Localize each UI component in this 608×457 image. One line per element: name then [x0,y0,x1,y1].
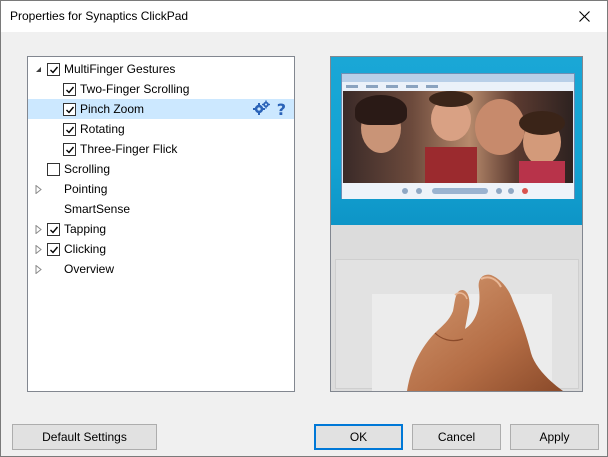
properties-dialog: Properties for Synaptics ClickPad MultiF… [0,0,608,457]
apply-button[interactable]: Apply [510,424,599,450]
checkbox-scrolling[interactable] [47,163,60,176]
preview-screen [331,57,582,225]
cancel-button[interactable]: Cancel [412,424,501,450]
tree-item-label: Scrolling [64,162,111,176]
tree-item-pinch-zoom[interactable]: Pinch Zoom ? [28,99,294,119]
tree-item-pointing[interactable]: Pointing [28,179,294,199]
window-title: Properties for Synaptics ClickPad [10,9,189,23]
gesture-preview [330,56,583,392]
checkmark-icon [65,126,74,134]
checkmark-icon [49,66,58,74]
tree-item-multifinger-gestures[interactable]: MultiFinger Gestures [28,59,294,79]
checkbox-multifinger-gestures[interactable] [47,63,60,76]
hand-pinch-icon [407,274,563,391]
preview-app-controls [342,183,574,199]
checkbox-pinch-zoom[interactable] [63,103,76,116]
collapsed-triangle-icon[interactable] [34,265,43,274]
tree-item-label: Pointing [64,182,108,196]
default-settings-button[interactable]: Default Settings [12,424,157,450]
checkbox-clicking[interactable] [47,243,60,256]
tree-item-three-finger-flick[interactable]: Three-Finger Flick [28,139,294,159]
tree-item-label: Overview [64,262,115,276]
tree-item-label: Three-Finger Flick [80,142,178,156]
collapsed-triangle-icon[interactable] [34,185,43,194]
tree-item-label: Pinch Zoom [80,102,145,116]
tree-item-two-finger-scrolling[interactable]: Two-Finger Scrolling [28,79,294,99]
tree-item-overview[interactable]: Overview [28,259,294,279]
tree-item-label: Rotating [80,122,125,136]
collapsed-triangle-icon[interactable] [34,245,43,254]
preview-photo-viewer-window [341,73,575,199]
tree-item-label: SmartSense [64,202,131,216]
tree-item-rotating[interactable]: Rotating [28,119,294,139]
checkbox-two-finger-scrolling[interactable] [63,83,76,96]
checkmark-icon [49,246,58,254]
tree-item-scrolling[interactable]: Scrolling [28,159,294,179]
checkmark-icon [65,86,74,94]
preview-app-menubar [342,82,574,91]
tree-item-label: MultiFinger Gestures [64,62,176,76]
title-bar: Properties for Synaptics ClickPad [1,1,607,32]
checkmark-icon [49,226,58,234]
tree-item-tapping[interactable]: Tapping [28,219,294,239]
tree-item-label: Clicking [64,242,107,256]
checkmark-icon [65,146,74,154]
checkbox-tapping[interactable] [47,223,60,236]
ok-button[interactable]: OK [314,424,403,450]
checkbox-rotating[interactable] [63,123,76,136]
selected-item-tools: ? [252,100,286,119]
preview-touchpad-area [331,225,582,391]
tree-item-clicking[interactable]: Clicking [28,239,294,259]
checkbox-three-finger-flick[interactable] [63,143,76,156]
tree-item-smartsense[interactable]: SmartSense [28,199,294,219]
tree-item-label: Tapping [64,222,107,236]
close-button[interactable] [561,1,607,32]
gears-icon[interactable] [252,100,271,119]
expanded-triangle-icon[interactable] [34,65,43,74]
preview-family-photo [343,91,573,183]
collapsed-triangle-icon[interactable] [34,225,43,234]
tree-item-label: Two-Finger Scrolling [80,82,190,96]
preview-app-titlebar [342,74,574,82]
settings-tree[interactable]: MultiFinger Gestures Two-Finger Scrollin… [27,56,295,392]
close-icon [578,11,590,22]
help-icon[interactable]: ? [277,101,286,118]
checkmark-icon [65,106,74,114]
